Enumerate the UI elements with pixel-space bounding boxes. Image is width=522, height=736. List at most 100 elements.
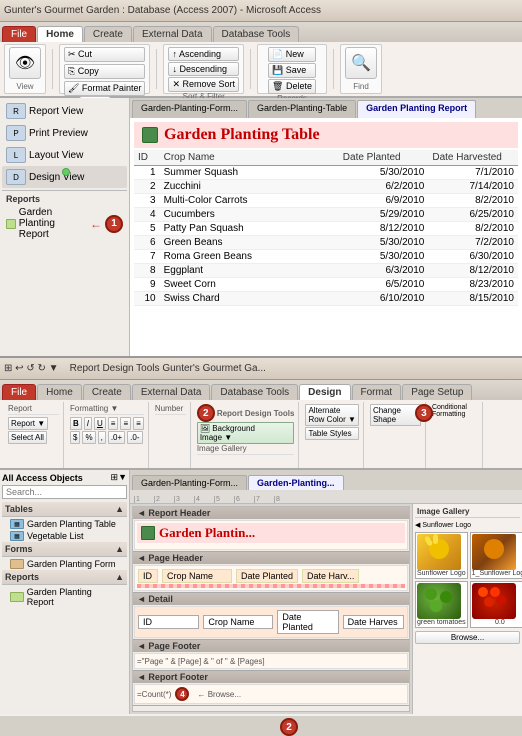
- print-preview-item[interactable]: P Print Preview: [2, 122, 127, 144]
- top-tab-external[interactable]: External Data: [133, 26, 212, 42]
- comma-button[interactable]: ,: [98, 431, 106, 444]
- gallery-label-4: 0.0: [472, 619, 522, 626]
- page-footer-bar: ◄ Page Footer: [133, 640, 409, 652]
- bottom-title-app: Gunter's Gourmet Ga...: [162, 363, 266, 374]
- forms-label: Forms: [5, 544, 33, 554]
- bottom-report-icon: [10, 592, 24, 602]
- vegetable-list-item[interactable]: ▦ Vegetable List: [2, 530, 127, 542]
- bottom-tab-format[interactable]: Format: [352, 384, 402, 400]
- doc-tab-report[interactable]: Garden Planting Report: [357, 100, 476, 118]
- gallery-item-3[interactable]: green tomatoes: [415, 581, 468, 628]
- ascending-button[interactable]: ↑ Ascending: [168, 47, 239, 61]
- descending-button[interactable]: ↓ Descending: [168, 62, 239, 76]
- cell-crop: Cucumbers: [160, 208, 339, 222]
- align-left[interactable]: ≡: [108, 417, 119, 430]
- tables-section[interactable]: Tables ▲: [2, 502, 127, 517]
- id-header-label: ID: [138, 569, 158, 583]
- bottom-reports-section[interactable]: Reports ▲: [2, 570, 127, 585]
- view-button[interactable]: 👁: [9, 47, 41, 79]
- bottom-tab-external[interactable]: External Data: [132, 384, 211, 400]
- find-button[interactable]: 🔍: [345, 47, 377, 79]
- sunflower-logo-2-img: [472, 534, 516, 570]
- doc-tab-form[interactable]: Garden-Planting-Form...: [132, 100, 247, 118]
- bottom-doc-tab-planting[interactable]: Garden-Planting...: [248, 475, 344, 490]
- vegetable-list-label: Vegetable List: [27, 531, 84, 541]
- format-painter-button[interactable]: 🖌 Format Painter: [64, 81, 145, 96]
- objects-toggle[interactable]: ⊞▼: [111, 472, 127, 483]
- gallery-item-4[interactable]: 0.0: [470, 581, 522, 628]
- bottom-doc-tab-form[interactable]: Garden-Planting-Form...: [132, 475, 247, 490]
- gallery-item-1[interactable]: Sunflower Logo: [415, 532, 468, 579]
- decrease-decimal[interactable]: .0-: [127, 431, 142, 444]
- gallery-label-2: 1_Sunflower Logo: [472, 570, 522, 577]
- alternate-color[interactable]: AlternateRow Color ▼: [305, 404, 358, 426]
- bottom-tab-design[interactable]: Design: [299, 384, 350, 400]
- gallery-title: Image Gallery: [415, 506, 520, 518]
- cell-id: 4: [134, 208, 160, 222]
- dollar-button[interactable]: $: [70, 431, 80, 444]
- italic-button[interactable]: I: [84, 417, 92, 430]
- top-tab-file[interactable]: File: [2, 26, 36, 42]
- planted-detail-control[interactable]: Date Planted: [277, 610, 338, 634]
- sidebar-search-input[interactable]: [2, 485, 127, 499]
- browse-button[interactable]: Browse...: [415, 631, 520, 644]
- copy-button[interactable]: ⎘ Copy: [64, 64, 145, 79]
- bottom-ribbon-body: Report Report ▼ Select All Formatting ▼ …: [0, 400, 522, 470]
- top-tab-home[interactable]: Home: [37, 26, 83, 42]
- garden-planting-form-item[interactable]: Garden Planting Form: [2, 558, 127, 570]
- garden-planting-report-bottom-item[interactable]: Garden Planting Report: [2, 586, 127, 608]
- design-view-item[interactable]: D Design View: [2, 166, 127, 188]
- cell-harvested: 8/23/2010: [428, 278, 518, 292]
- background-image-button[interactable]: 🖼 BackgroundImage ▼: [197, 422, 295, 444]
- align-center[interactable]: ≡: [120, 417, 131, 430]
- bottom-titlebar: ⊞ ↩ ↺ ↻ ▼ Report Design Tools Gunter's G…: [0, 358, 522, 380]
- increase-decimal[interactable]: .0+: [108, 431, 125, 444]
- garden-planting-table-label: Garden Planting Table: [27, 519, 116, 529]
- header-harvested: Date Harvested: [428, 150, 518, 166]
- cell-id: 7: [134, 250, 160, 264]
- formatting-ribbon-section: Formatting ▼ B I U ≡ ≡ ≡ $ % , .0+ .0-: [66, 402, 149, 468]
- id-detail-control[interactable]: ID: [138, 615, 199, 629]
- gallery-item-2[interactable]: 1_Sunflower Logo: [470, 532, 522, 579]
- bottom-tab-file[interactable]: File: [2, 384, 36, 400]
- bottom-tab-pagesetup[interactable]: Page Setup: [402, 384, 472, 400]
- garden-planting-table-item[interactable]: ▦ Garden Planting Table: [2, 518, 127, 530]
- bold-button[interactable]: B: [70, 417, 82, 430]
- report-view-icon: R: [6, 103, 26, 119]
- table-row: 4 Cucumbers 5/29/2010 6/25/2010: [134, 208, 518, 222]
- all-objects-header: All Access Objects: [2, 473, 83, 483]
- top-doc-tabs: Garden-Planting-Form... Garden-Planting-…: [130, 98, 522, 118]
- gallery-prev[interactable]: ◀: [415, 521, 420, 529]
- delete-button[interactable]: 🗑 Delete: [268, 79, 316, 94]
- cell-planted: 6/10/2010: [339, 292, 429, 306]
- underline-button[interactable]: U: [94, 417, 106, 430]
- layout-view-item[interactable]: L Layout View: [2, 144, 127, 166]
- select-all-button[interactable]: Select All: [8, 431, 47, 444]
- new-button[interactable]: 📄 New: [268, 47, 316, 62]
- table-styles[interactable]: Table Styles: [305, 427, 358, 440]
- harvested-detail-control[interactable]: Date Harves: [343, 615, 404, 629]
- top-tab-database[interactable]: Database Tools: [213, 26, 300, 42]
- forms-section[interactable]: Forms ▲: [2, 542, 127, 557]
- report-footer-expr: =Count(*): [137, 690, 171, 699]
- report-dropdown[interactable]: Report ▼: [8, 417, 48, 430]
- save-button[interactable]: 💾 Save: [268, 63, 316, 78]
- cell-id: 2: [134, 180, 160, 194]
- crop-detail-control[interactable]: Crop Name: [203, 615, 273, 629]
- top-tab-create[interactable]: Create: [84, 26, 132, 42]
- remove-sort-button[interactable]: ✕ Remove Sort: [168, 77, 239, 92]
- align-right[interactable]: ≡: [133, 417, 144, 430]
- cell-planted: 6/5/2010: [339, 278, 429, 292]
- bottom-doc-tabs: Garden-Planting-Form... Garden-Planting.…: [130, 470, 522, 490]
- change-shape-button[interactable]: ChangeShape: [370, 404, 421, 426]
- bottom-tab-home[interactable]: Home: [37, 384, 82, 400]
- report-view-item[interactable]: R Report View: [2, 100, 127, 122]
- print-preview-label: Print Preview: [29, 128, 88, 139]
- bottom-tab-database[interactable]: Database Tools: [211, 384, 298, 400]
- cut-button[interactable]: ✂ Cut: [64, 47, 145, 62]
- bottom-tab-create[interactable]: Create: [83, 384, 131, 400]
- garden-planting-report-item[interactable]: Garden Planting Report ← 1: [2, 205, 127, 242]
- layout-view-label: Layout View: [29, 150, 83, 161]
- percent-button[interactable]: %: [82, 431, 95, 444]
- doc-tab-table[interactable]: Garden-Planting-Table: [248, 100, 356, 118]
